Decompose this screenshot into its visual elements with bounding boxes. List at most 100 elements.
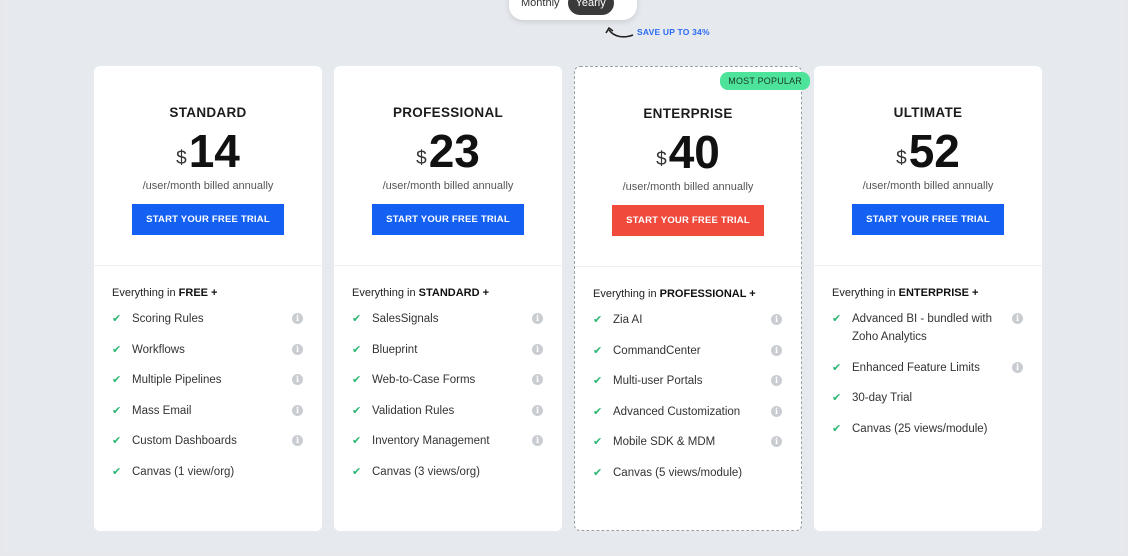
everything-prefix: Everything in bbox=[112, 287, 179, 299]
checkmark-icon: ✔ bbox=[352, 404, 362, 417]
feature-label: Canvas (25 views/module) bbox=[852, 422, 988, 435]
checkmark-icon: ✔ bbox=[112, 313, 122, 325]
most-popular-badge: MOST POPULAR bbox=[720, 72, 810, 90]
feature-item: ✔ Canvas (5 views/module) bbox=[593, 464, 801, 482]
info-icon[interactable]: i bbox=[771, 375, 782, 386]
feature-item: ✔ Mass Email i bbox=[112, 402, 322, 420]
checkmark-icon: ✔ bbox=[593, 466, 603, 479]
currency-symbol: $ bbox=[656, 149, 667, 170]
everything-plan: ENTERPRISE + bbox=[898, 287, 979, 299]
checkmark-icon: ✔ bbox=[352, 465, 362, 478]
plan-features: Everything in FREE + ✔ Scoring Rules i ✔ Wor… bbox=[94, 266, 322, 481]
feature-item: ✔ Web-to-Case Forms i bbox=[352, 371, 562, 389]
feature-item: ✔ Workflows i bbox=[112, 341, 322, 359]
plan-features: Everything in ENTERPRISE + ✔ Advanced BI … bbox=[814, 266, 1042, 438]
currency-symbol: $ bbox=[416, 148, 427, 169]
feature-item: ✔ Zia AI i bbox=[593, 311, 801, 329]
price: $ 23 bbox=[334, 128, 562, 174]
feature-item: ✔ Inventory Management i bbox=[352, 432, 562, 450]
checkmark-icon: ✔ bbox=[832, 313, 842, 325]
checkmark-icon: ✔ bbox=[112, 374, 122, 386]
feature-label: Blueprint bbox=[372, 343, 418, 356]
feature-label: CommandCenter bbox=[613, 344, 701, 357]
feature-label: Mobile SDK & MDM bbox=[613, 436, 716, 448]
plan-features: Everything in STANDARD + ✔ SalesSignals i ✔… bbox=[334, 266, 562, 481]
feature-item: ✔ Scoring Rules i bbox=[112, 310, 322, 328]
feature-item: ✔ 30-day Trial bbox=[832, 389, 1042, 407]
checkmark-icon: ✔ bbox=[352, 313, 362, 325]
feature-label: Enhanced Feature Limits bbox=[852, 361, 980, 374]
feature-item: ✔ Canvas (1 view/org) bbox=[112, 463, 322, 481]
billing-toggle[interactable]: Monthly Yearly bbox=[509, 0, 637, 20]
everything-plan: FREE + bbox=[178, 287, 218, 299]
feature-label: Multiple Pipelines bbox=[132, 374, 222, 386]
info-icon[interactable]: i bbox=[532, 343, 543, 355]
info-icon[interactable]: i bbox=[1012, 313, 1023, 324]
everything-plan: PROFESSIONAL + bbox=[659, 288, 756, 300]
info-icon[interactable]: i bbox=[532, 313, 543, 324]
feature-label: Canvas (5 views/module) bbox=[613, 466, 743, 479]
everything-prefix: Everything in bbox=[593, 288, 660, 300]
feature-list: ✔ Zia AI i ✔ CommandCenter i ✔ Multi-user Porta… bbox=[593, 311, 801, 482]
checkmark-icon: ✔ bbox=[112, 435, 122, 447]
plan-card-standard: STANDARD $ 14 /user/month billed annuall… bbox=[94, 66, 322, 531]
info-icon[interactable]: i bbox=[532, 374, 543, 385]
everything-in: Everything in PROFESSIONAL + bbox=[593, 288, 801, 300]
checkmark-icon: ✔ bbox=[593, 436, 603, 448]
start-free-trial-button[interactable]: START YOUR FREE TRIAL bbox=[372, 204, 524, 235]
billing-period: /user/month billed annually bbox=[382, 180, 514, 192]
start-free-trial-button[interactable]: START YOUR FREE TRIAL bbox=[132, 204, 284, 235]
info-icon[interactable]: i bbox=[292, 404, 303, 416]
billing-period: /user/month billed annually bbox=[142, 180, 274, 192]
start-free-trial-button[interactable]: START YOUR FREE TRIAL bbox=[612, 205, 764, 236]
plan-features: Everything in PROFESSIONAL + ✔ Zia AI i ✔ Co… bbox=[575, 267, 801, 482]
toggle-yearly[interactable]: Yearly bbox=[567, 0, 614, 15]
feature-item: ✔ Mobile SDK & MDM i bbox=[593, 433, 801, 451]
feature-item: ✔ Multiple Pipelines i bbox=[112, 371, 322, 389]
checkmark-icon: ✔ bbox=[593, 314, 603, 326]
feature-list: ✔ Advanced BI - bundled with Zoho Analyti… bbox=[832, 310, 1042, 438]
plan-header: ULTIMATE $ 52 /user/month billed annuall… bbox=[814, 66, 1042, 266]
info-icon[interactable]: i bbox=[771, 405, 782, 417]
info-icon[interactable]: i bbox=[771, 314, 782, 325]
info-icon[interactable]: i bbox=[1012, 361, 1023, 373]
checkmark-icon: ✔ bbox=[112, 343, 122, 356]
start-free-trial-button[interactable]: START YOUR FREE TRIAL bbox=[852, 204, 1004, 235]
toggle-monthly[interactable]: Monthly bbox=[513, 0, 568, 15]
everything-prefix: Everything in bbox=[352, 287, 419, 299]
checkmark-icon: ✔ bbox=[593, 375, 603, 387]
feature-label: Zia AI bbox=[613, 314, 643, 326]
feature-label: Web-to-Case Forms bbox=[372, 374, 476, 386]
everything-in: Everything in FREE + bbox=[112, 287, 322, 299]
info-icon[interactable]: i bbox=[292, 313, 303, 324]
checkmark-icon: ✔ bbox=[832, 392, 842, 404]
feature-item: ✔ Advanced Customization i bbox=[593, 403, 801, 421]
feature-item: ✔ Advanced BI - bundled with Zoho Analyti… bbox=[832, 310, 1042, 346]
info-icon[interactable]: i bbox=[292, 374, 303, 385]
feature-item: ✔ Validation Rules i bbox=[352, 402, 562, 420]
everything-in: Everything in ENTERPRISE + bbox=[832, 287, 1042, 299]
plan-header: PROFESSIONAL $ 23 /user/month billed ann… bbox=[334, 66, 562, 266]
feature-item: ✔ Blueprint i bbox=[352, 341, 562, 359]
info-icon[interactable]: i bbox=[532, 435, 543, 446]
curved-arrow-icon bbox=[605, 26, 634, 38]
info-icon[interactable]: i bbox=[532, 404, 543, 416]
currency-symbol: $ bbox=[176, 148, 187, 169]
billing-period: /user/month billed annually bbox=[622, 181, 754, 193]
info-icon[interactable]: i bbox=[771, 344, 782, 356]
feature-item: ✔ Enhanced Feature Limits i bbox=[832, 359, 1042, 377]
price: $ 40 bbox=[575, 129, 801, 175]
plan-name: PROFESSIONAL bbox=[392, 105, 504, 120]
info-icon[interactable]: i bbox=[292, 343, 303, 355]
feature-label: Canvas (3 views/org) bbox=[372, 465, 481, 478]
feature-label: Advanced Customization bbox=[613, 405, 741, 418]
info-icon[interactable]: i bbox=[771, 436, 782, 447]
feature-label: SalesSignals bbox=[372, 313, 439, 325]
info-icon[interactable]: i bbox=[292, 435, 303, 446]
feature-label: Workflows bbox=[132, 343, 185, 356]
plan-card-enterprise: MOST POPULAR ENTERPRISE $ 40 /user/month… bbox=[574, 66, 810, 531]
price-amount: 14 bbox=[188, 125, 240, 177]
feature-label: Validation Rules bbox=[372, 404, 455, 417]
feature-item: ✔ Multi-user Portals i bbox=[593, 372, 801, 390]
price-amount: 23 bbox=[428, 125, 480, 177]
